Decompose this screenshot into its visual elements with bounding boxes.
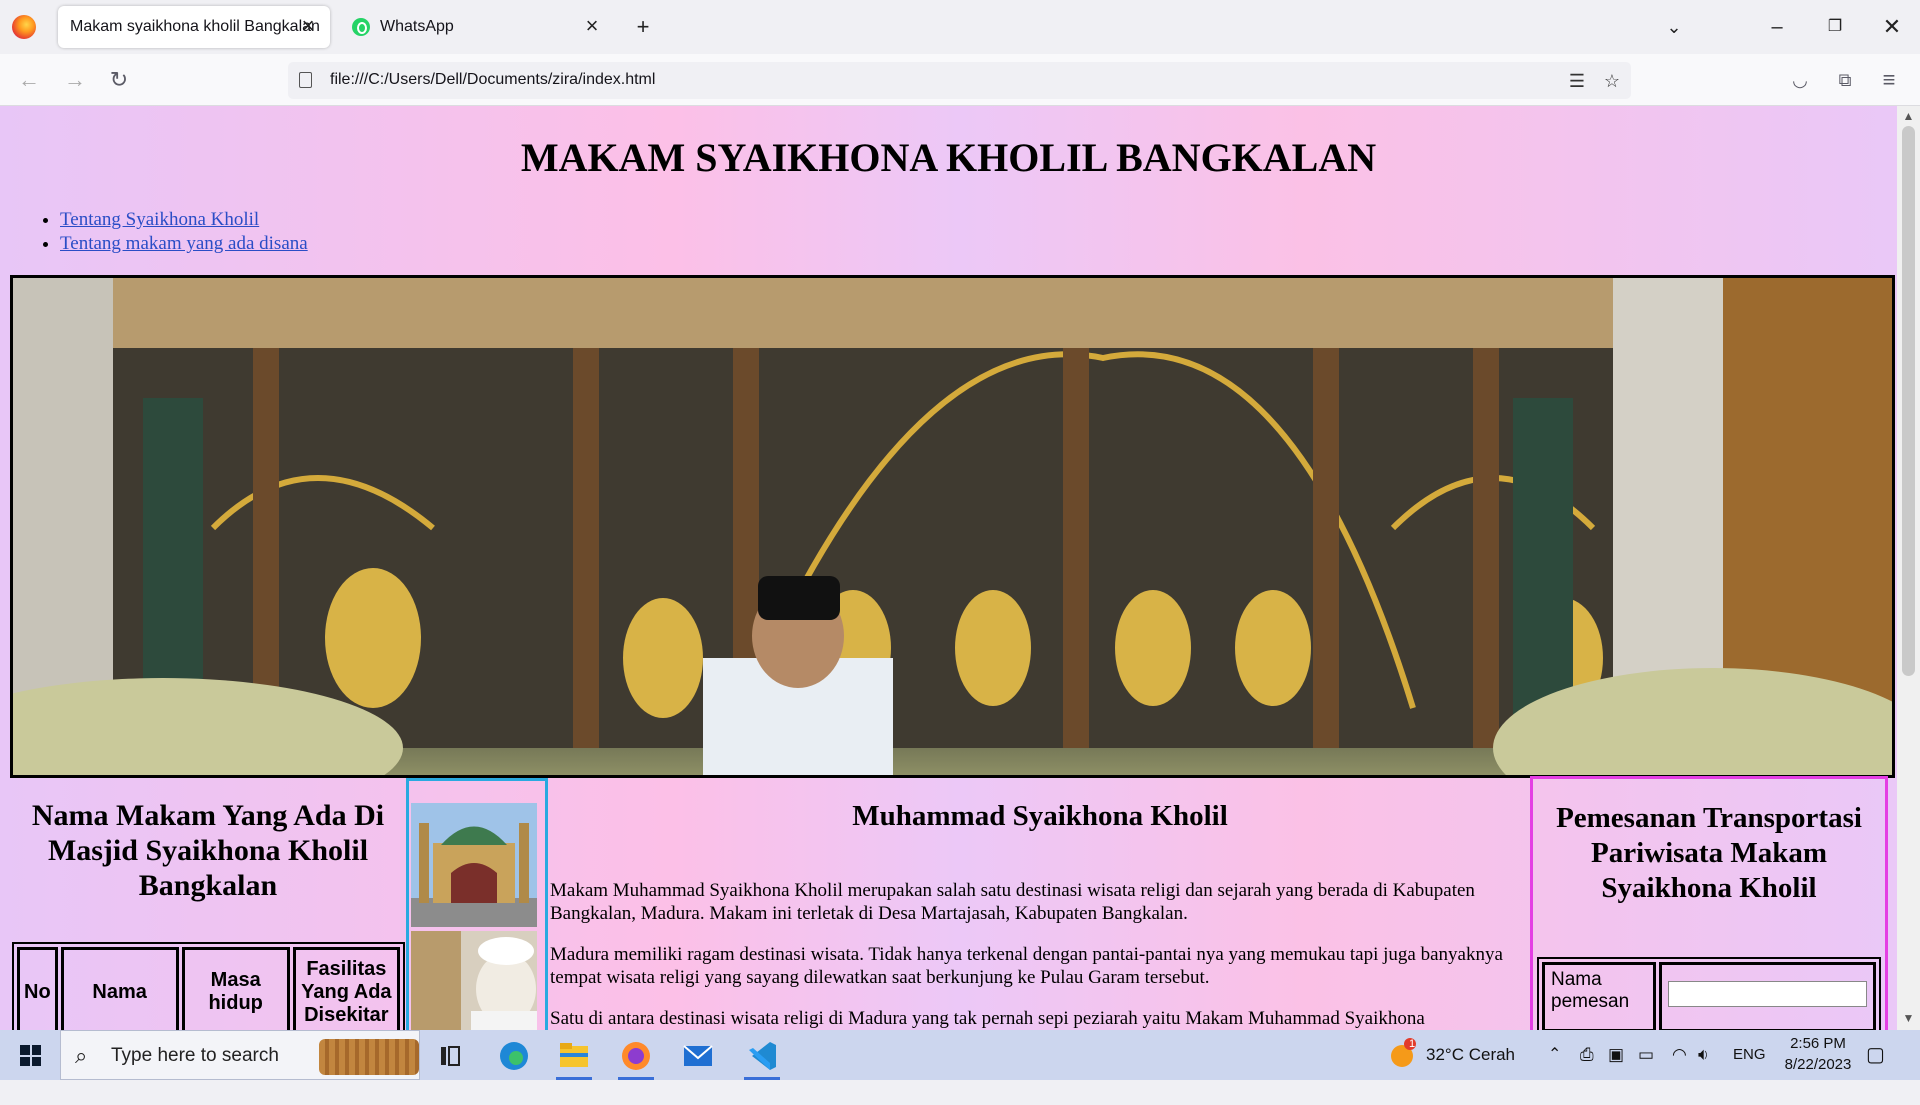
form-row: Nama pemesan	[1542, 962, 1876, 1030]
form-cell	[1659, 962, 1876, 1030]
plus-icon[interactable]: +	[628, 12, 658, 42]
windows-taskbar: ⌕ Type here to search 1 32°C Cerah ⌃ ⎙ ▣…	[0, 1030, 1920, 1080]
forward-icon[interactable]: →	[60, 65, 90, 95]
article-title: Muhammad Syaikhona Kholil	[852, 800, 1228, 832]
firefox-icon[interactable]	[12, 15, 36, 39]
search-highlight-image	[319, 1039, 419, 1075]
battery-icon[interactable]: ▭	[1638, 1030, 1654, 1080]
nama-pemesan-input[interactable]	[1668, 981, 1867, 1007]
link-about-kholil[interactable]: Tentang Syaikhona Kholil	[60, 209, 259, 230]
mosque-image	[411, 803, 537, 927]
article-paragraph: Satu di antara destinasi wisata religi d…	[550, 1008, 1425, 1029]
page-icon	[299, 72, 312, 88]
article-section: Muhammad Syaikhona Kholil Makam Muhammad…	[550, 778, 1530, 1030]
form-label: Nama pemesan	[1542, 962, 1656, 1030]
task-view-icon[interactable]	[426, 1035, 474, 1077]
extensions-icon[interactable]: ⧉	[1830, 65, 1860, 95]
taskbar-search[interactable]: ⌕ Type here to search	[60, 1030, 420, 1080]
tab-whatsapp[interactable]: WhatsApp ×	[342, 6, 614, 48]
search-placeholder: Type here to search	[111, 1045, 279, 1066]
chevron-up-icon[interactable]: ⌃	[1548, 1030, 1561, 1080]
article-paragraph: Makam Muhammad Syaikhona Kholil merupaka…	[550, 880, 1475, 924]
weather-text[interactable]: 32°C Cerah	[1426, 1030, 1515, 1080]
scroll-down-icon[interactable]: ▼	[1901, 1011, 1916, 1026]
image-gallery	[406, 778, 548, 1030]
list-item: Tentang Syaikhona Kholil	[60, 208, 308, 232]
volume-icon[interactable]: 🔉︎	[1698, 1030, 1709, 1080]
meet-icon[interactable]: ⎙	[1580, 1030, 1594, 1080]
vscode-icon[interactable]	[738, 1035, 786, 1080]
search-icon: ⌕	[75, 1043, 88, 1068]
hero-image	[10, 275, 1895, 778]
table-header-masa-hidup: Masa hidup	[181, 947, 290, 1030]
browser-tab-bar: Makam syaikhona kholil Bangkalan × Whats…	[0, 0, 1920, 54]
web-page: MAKAM SYAIKHONA KHOLIL BANGKALAN Tentang…	[0, 106, 1897, 1030]
list-item: Tentang makam yang ada disana	[60, 232, 308, 256]
section-title: Nama Makam Yang Ada Di Masjid Syaikhona …	[31, 799, 385, 902]
table-header-fasilitas: Fasilitas Yang Ada Disekitar	[292, 947, 400, 1030]
url-text[interactable]: file:///C:/Users/Dell/Documents/zira/ind…	[330, 71, 655, 89]
firefox-taskbar-icon[interactable]	[612, 1035, 660, 1080]
minimize-icon[interactable]: –	[1762, 12, 1792, 42]
scroll-thumb[interactable]	[1902, 126, 1915, 676]
link-about-graves[interactable]: Tentang makam yang ada disana	[60, 233, 308, 254]
pocket-icon[interactable]: ◡	[1785, 65, 1815, 95]
weather-badge: 1	[1409, 1038, 1416, 1050]
booking-section: Pemesanan Transportasi Pariwisata Makam …	[1530, 776, 1888, 1030]
table-header-no: No	[17, 947, 58, 1030]
url-bar[interactable]: file:///C:/Users/Dell/Documents/zira/ind…	[288, 62, 1631, 99]
wifi-icon[interactable]: ◠	[1672, 1030, 1687, 1080]
browser-nav-bar: ← → ↻ file:///C:/Users/Dell/Documents/zi…	[0, 54, 1920, 106]
device-icon[interactable]: ▣	[1608, 1030, 1624, 1080]
grave-table: No Nama Masa hidup Fasilitas Yang Ada Di…	[12, 942, 405, 1030]
whatsapp-icon	[352, 18, 370, 36]
language-indicator[interactable]: ENG	[1733, 1030, 1766, 1080]
booking-form: Nama pemesan	[1537, 957, 1881, 1030]
page-viewport: MAKAM SYAIKHONA KHOLIL BANGKALAN Tentang…	[0, 106, 1920, 1030]
article-paragraph: Madura memiliki ragam destinasi wisata. …	[550, 944, 1503, 988]
tab-label: Makam syaikhona kholil Bangkalan	[70, 18, 320, 35]
clock-date[interactable]: 8/22/2023	[1778, 1055, 1858, 1105]
restore-icon[interactable]: ❐	[1820, 12, 1850, 42]
ornate-gate-photo	[13, 278, 1892, 775]
close-window-icon[interactable]: ✕	[1877, 12, 1907, 42]
notification-icon[interactable]: ▢	[1866, 1030, 1885, 1080]
portrait-image	[411, 931, 537, 1030]
table-header-nama: Nama	[60, 947, 179, 1030]
mail-icon[interactable]	[674, 1035, 722, 1077]
table-header-row: No Nama Masa hidup Fasilitas Yang Ada Di…	[17, 947, 400, 1030]
file-explorer-icon[interactable]	[550, 1035, 598, 1080]
chevron-down-icon[interactable]: ⌄	[1659, 12, 1689, 42]
grave-list-section: Nama Makam Yang Ada Di Masjid Syaikhona …	[10, 776, 406, 1030]
reload-icon[interactable]: ↻	[104, 65, 134, 95]
tab-label: WhatsApp	[380, 18, 454, 35]
windows-start-icon[interactable]	[20, 1045, 41, 1066]
link-list: Tentang Syaikhona Kholil Tentang makam y…	[60, 208, 308, 256]
booking-title: Pemesanan Transportasi Pariwisata Makam …	[1556, 802, 1862, 904]
page-scrollbar[interactable]: ▲ ▼	[1897, 106, 1920, 1030]
star-icon[interactable]: ☆	[1599, 68, 1625, 94]
reader-view-icon[interactable]: ☰	[1564, 68, 1590, 94]
close-icon[interactable]: ×	[296, 15, 320, 39]
menu-icon[interactable]: ≡	[1874, 65, 1904, 95]
page-title: MAKAM SYAIKHONA KHOLIL BANGKALAN	[520, 135, 1377, 180]
close-icon[interactable]: ×	[580, 15, 604, 39]
tab-makam[interactable]: Makam syaikhona kholil Bangkalan ×	[58, 6, 330, 48]
scroll-up-icon[interactable]: ▲	[1901, 109, 1916, 124]
back-icon[interactable]: ←	[14, 65, 44, 95]
edge-icon[interactable]	[490, 1035, 538, 1077]
